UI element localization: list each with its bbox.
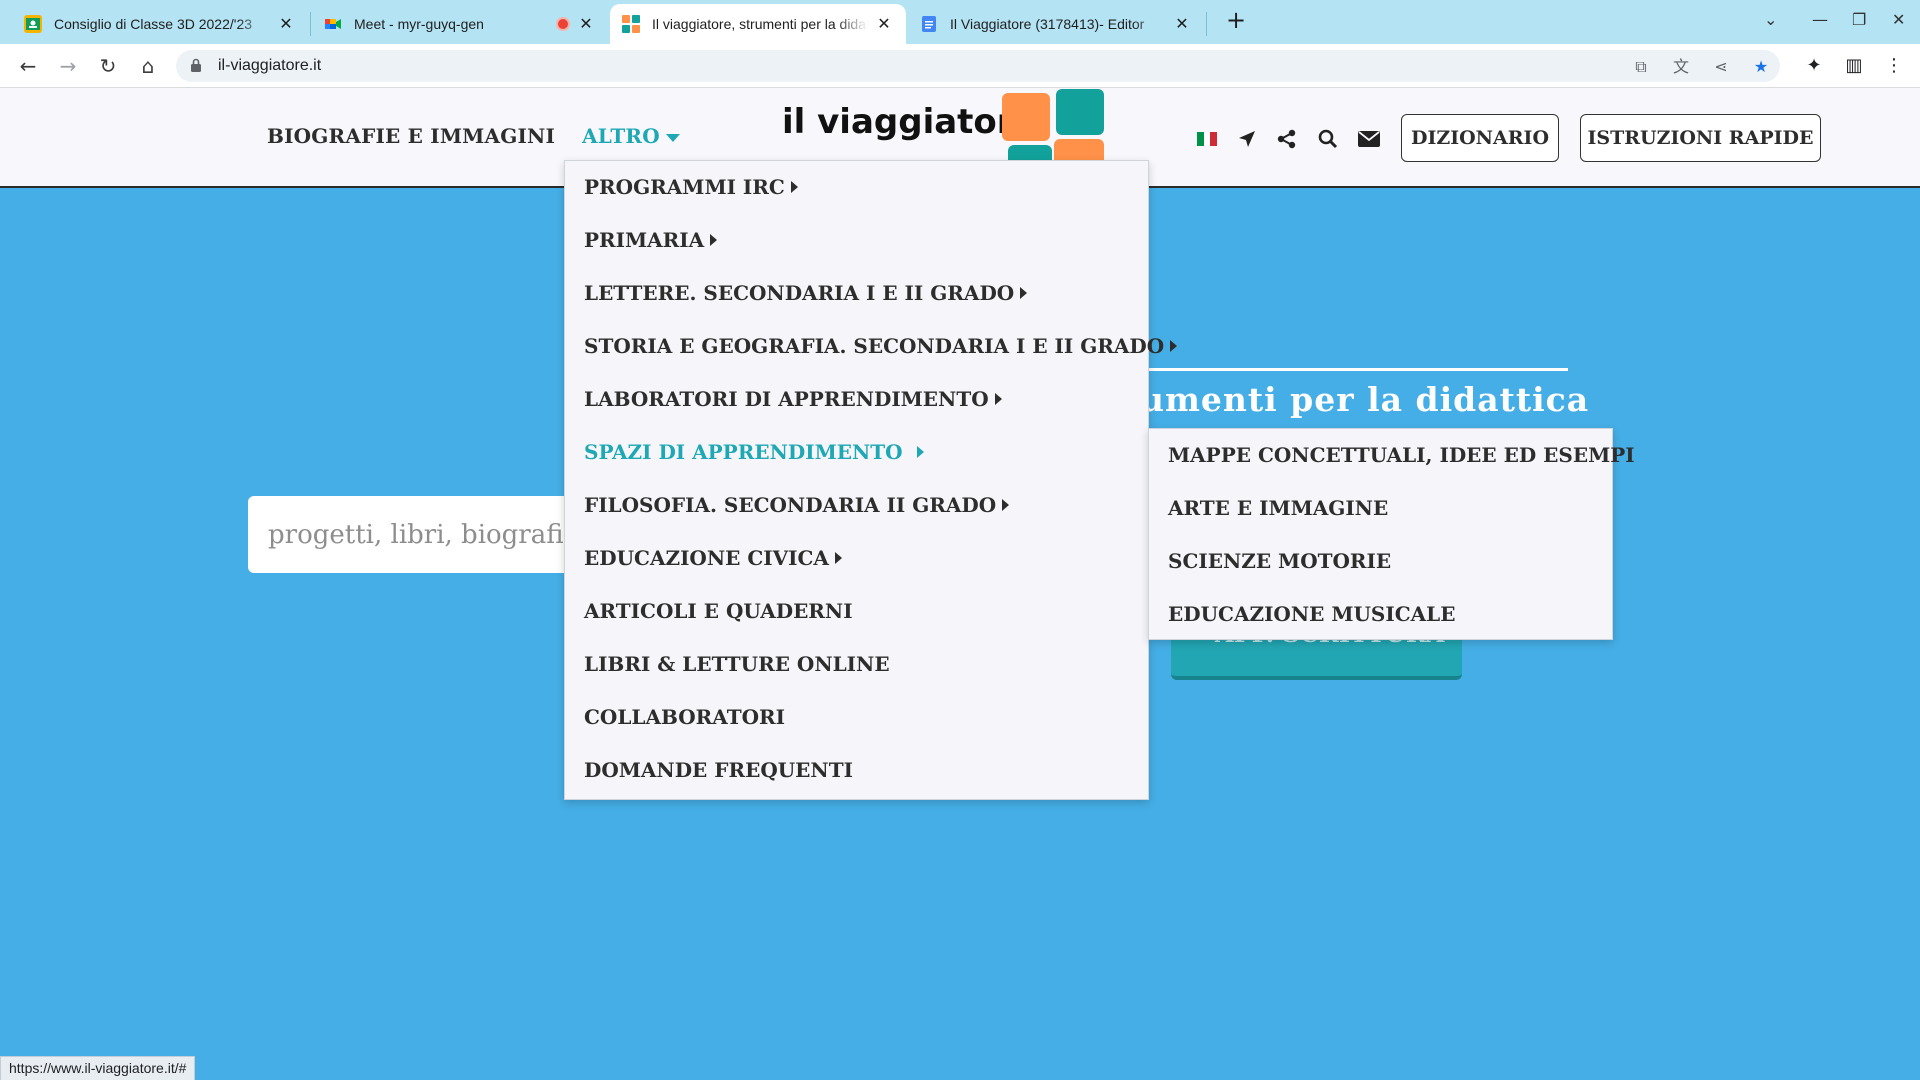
brand-title[interactable]: il viaggiatore — [782, 102, 1037, 142]
url-text: il-viaggiatore.it — [218, 57, 322, 74]
menu-item-articoli[interactable]: ARTICOLI E QUADERNI — [584, 599, 853, 623]
menu-item-domande[interactable]: DOMANDE FREQUENTI — [584, 758, 853, 782]
close-tab-icon[interactable]: ✕ — [1172, 14, 1192, 34]
envelope-icon[interactable] — [1358, 128, 1380, 150]
submenu-item-scienze-motorie[interactable]: SCIENZE MOTORIE — [1168, 549, 1391, 573]
menu-item-label: LETTERE. SECONDARIA I E II GRADO — [584, 281, 1015, 305]
menu-item-collaboratori[interactable]: COLLABORATORI — [584, 705, 785, 729]
new-tab-icon[interactable]: + — [1222, 6, 1250, 34]
menu-item-label: SPAZI DI APPRENDIMENTO — [584, 440, 903, 464]
menu-item-label: COLLABORATORI — [584, 705, 786, 729]
submenu-item-musicale[interactable]: EDUCAZIONE MUSICALE — [1168, 602, 1455, 626]
caret-right-icon — [834, 552, 842, 564]
caret-right-icon — [994, 393, 1002, 405]
share-icon[interactable] — [1276, 128, 1298, 150]
caret-down-icon — [665, 133, 680, 142]
tab-title: Consiglio di Classe 3D 2022/'23 — [54, 16, 253, 32]
menu-item-lettere[interactable]: LETTERE. SECONDARIA I E II GRADO — [584, 281, 1028, 305]
close-tab-icon[interactable]: ✕ — [874, 14, 894, 34]
menu-item-programmi-irc[interactable]: PROGRAMMI IRC — [584, 175, 798, 199]
reload-icon[interactable]: ↻ — [94, 52, 122, 80]
extensions-puzzle-icon[interactable]: ✦ — [1802, 54, 1826, 78]
menu-item-primaria[interactable]: PRIMARIA — [584, 228, 718, 252]
caret-right-icon — [710, 234, 718, 246]
tab-title: Meet - myr-guyq-gen — [354, 16, 484, 32]
spazi-submenu: MAPPE CONCETTUALI, IDEE ED ESEMPI ARTE E… — [1148, 428, 1635, 640]
caret-right-icon — [1002, 499, 1010, 511]
menu-item-label: EDUCAZIONE CIVICA — [584, 546, 829, 570]
tab-title: Il Viaggiatore (3178413)- Editor — [950, 16, 1145, 32]
close-window-icon[interactable]: ✕ — [1892, 10, 1905, 29]
minimize-icon[interactable]: — — [1812, 10, 1828, 29]
hero-title: umenti per la didattica — [1140, 380, 1590, 419]
open-in-app-icon[interactable]: ⧉ — [1630, 56, 1652, 78]
share-page-icon[interactable]: ⋖ — [1710, 56, 1732, 78]
nav-biografie[interactable]: BIOGRAFIE E IMMAGINI — [267, 124, 555, 148]
lock-icon — [191, 58, 201, 72]
menu-item-laboratori[interactable]: LABORATORI DI APPRENDIMENTO — [584, 387, 1002, 411]
submenu-item-mappe[interactable]: MAPPE CONCETTUALI, IDEE ED ESEMPI — [1168, 443, 1635, 467]
address-bar[interactable]: il-viaggiatore.it ⧉ 文 ⋖ ★ — [176, 50, 1780, 82]
menu-item-label: ARTICOLI E QUADERNI — [584, 599, 853, 623]
caret-right-icon — [1020, 287, 1028, 299]
home-icon[interactable]: ⌂ — [134, 52, 162, 80]
translate-icon[interactable]: 文 — [1670, 56, 1692, 78]
tab-viaggiatore[interactable]: Il viaggiatore, strumenti per la didatti… — [610, 4, 906, 44]
meet-icon — [324, 15, 342, 33]
tab-search-chevron-icon[interactable]: ⌄ — [1764, 10, 1777, 29]
menu-item-storia-geografia[interactable]: STORIA E GEOGRAFIA. SECONDARIA I E II GR… — [584, 334, 1178, 358]
tab-meet[interactable]: Meet - myr-guyq-gen ✕ — [312, 4, 608, 44]
forward-icon[interactable]: → — [54, 52, 82, 80]
tab-docs[interactable]: Il Viaggiatore (3178413)- Editor ✕ — [908, 4, 1204, 44]
menu-item-label: PROGRAMMI IRC — [584, 175, 785, 199]
menu-kebab-icon[interactable]: ⋮ — [1882, 54, 1906, 78]
docs-icon — [920, 15, 938, 33]
submenu-item-arte[interactable]: ARTE E IMMAGINE — [1168, 496, 1388, 520]
menu-item-spazi-apprendimento[interactable]: SPAZI DI APPRENDIMENTO — [584, 440, 924, 464]
search-icon[interactable] — [1317, 128, 1339, 150]
nav-altro-label: ALTRO — [582, 124, 660, 148]
restore-icon[interactable]: ❐ — [1852, 10, 1866, 29]
tab-title: Il viaggiatore, strumenti per la didatti… — [652, 16, 868, 32]
location-arrow-icon[interactable] — [1236, 128, 1258, 150]
dizionario-button[interactable]: DIZIONARIO — [1401, 114, 1559, 162]
menu-item-label: DOMANDE FREQUENTI — [584, 758, 853, 782]
menu-item-filosofia[interactable]: FILOSOFIA. SECONDARIA II GRADO — [584, 493, 1010, 517]
nav-altro[interactable]: ALTRO — [582, 124, 680, 148]
recording-icon — [556, 17, 570, 31]
caret-right-icon — [916, 446, 924, 458]
close-tab-icon[interactable]: ✕ — [276, 14, 296, 34]
viaggiatore-icon — [622, 15, 640, 33]
close-tab-icon[interactable]: ✕ — [576, 14, 596, 34]
classroom-icon — [24, 15, 42, 33]
browser-tab-strip: Consiglio di Classe 3D 2022/'23 ✕ Meet -… — [0, 0, 1920, 44]
menu-item-label: LABORATORI DI APPRENDIMENTO — [584, 387, 989, 411]
side-panel-icon[interactable]: ▥ — [1842, 54, 1866, 78]
menu-item-label: STORIA E GEOGRAFIA. SECONDARIA I E II GR… — [584, 334, 1165, 358]
menu-item-educazione-civica[interactable]: EDUCAZIONE CIVICA — [584, 546, 842, 570]
search-box[interactable] — [248, 496, 588, 573]
menu-item-label: PRIMARIA — [584, 228, 705, 252]
search-input[interactable] — [268, 516, 588, 554]
link-status-bar: https://www.il-viaggiatore.it/# — [0, 1056, 196, 1080]
tab-consiglio[interactable]: Consiglio di Classe 3D 2022/'23 ✕ — [12, 4, 308, 44]
brand-logo[interactable] — [1002, 89, 1104, 175]
back-icon[interactable]: ← — [14, 52, 42, 80]
menu-item-label: FILOSOFIA. SECONDARIA II GRADO — [584, 493, 997, 517]
browser-toolbar: ← → ↻ ⌂ il-viaggiatore.it ⧉ 文 ⋖ ★ ✦ ▥ ⋮ — [0, 44, 1920, 88]
caret-right-icon — [790, 181, 798, 193]
caret-right-icon — [1170, 340, 1178, 352]
menu-item-libri[interactable]: LIBRI & LETTURE ONLINE — [584, 652, 890, 676]
altro-dropdown-menu: PROGRAMMI IRC PRIMARIA LETTERE. SECONDAR… — [564, 160, 1178, 800]
italian-flag-icon[interactable] — [1196, 128, 1218, 150]
menu-item-label: LIBRI & LETTURE ONLINE — [584, 652, 890, 676]
bookmark-star-icon[interactable]: ★ — [1750, 56, 1772, 78]
istruzioni-rapide-button[interactable]: ISTRUZIONI RAPIDE — [1580, 114, 1821, 162]
